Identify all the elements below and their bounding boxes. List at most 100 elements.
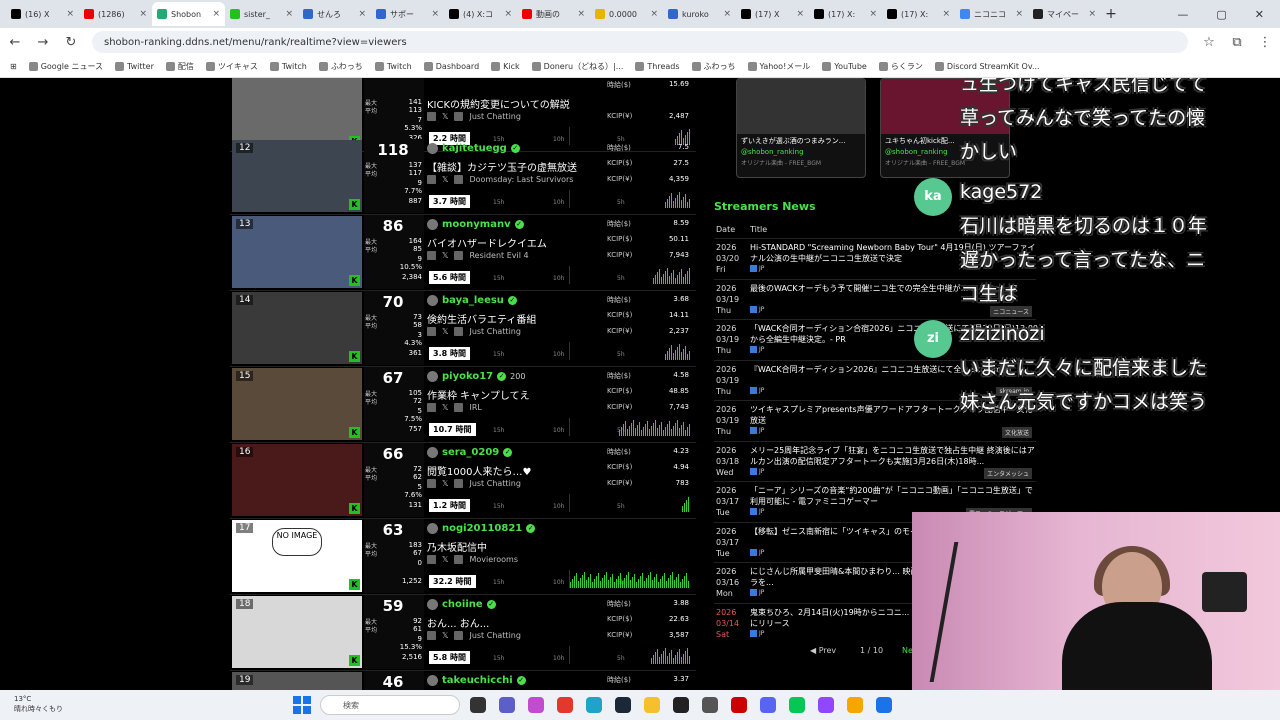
folder-icon[interactable] bbox=[644, 697, 660, 713]
bookmark[interactable]: Discord StreamKit Ov... bbox=[934, 62, 1040, 71]
edge-icon[interactable] bbox=[586, 697, 602, 713]
close-tab-icon[interactable]: × bbox=[942, 9, 950, 19]
stream-row[interactable]: 18 K 59 最大 平均 92 61 9 15.3% 2,516 choiine ✓ おん... おん… bbox=[230, 595, 696, 671]
browser-tab[interactable]: ニコニコ × bbox=[955, 2, 1028, 26]
x-icon[interactable]: 𝕏 bbox=[442, 112, 448, 121]
bookmark[interactable]: 配信 bbox=[165, 61, 194, 72]
close-tab-icon[interactable]: × bbox=[139, 9, 147, 19]
stream-thumbnail[interactable]: 13 K bbox=[232, 216, 362, 288]
news-title[interactable]: 「ニーア」シリーズの音楽“約200曲”が「ニコニコ動画」「ニコニコ生放送」で利用… bbox=[750, 485, 1038, 507]
extensions-icon[interactable]: ⧉ bbox=[1230, 35, 1244, 50]
bookmark[interactable]: Threads bbox=[635, 62, 680, 71]
stream-thumbnail[interactable]: 17 NO IMAGE K bbox=[232, 520, 362, 592]
bookmark[interactable]: Twitch bbox=[374, 62, 412, 71]
streamer-name[interactable]: moonymanv ✓ bbox=[427, 219, 524, 230]
start-icon[interactable] bbox=[293, 696, 311, 714]
browser-tab[interactable]: (4) X:コ × bbox=[444, 2, 517, 26]
x-icon[interactable]: 𝕏 bbox=[442, 631, 448, 640]
streamer-handle[interactable]: choiine bbox=[442, 599, 483, 610]
coin-icon[interactable] bbox=[847, 697, 863, 713]
close-tab-icon[interactable]: × bbox=[1088, 9, 1096, 19]
bookmark[interactable]: らくラン bbox=[878, 61, 923, 72]
maximize-icon[interactable]: ▢ bbox=[1216, 8, 1226, 21]
stream-thumbnail[interactable]: 18 K bbox=[232, 596, 362, 668]
bookmark[interactable]: ツイキャス bbox=[205, 61, 258, 72]
tiktok-handle[interactable]: @shobon_ranking bbox=[737, 148, 865, 156]
task-view-icon[interactable] bbox=[470, 697, 486, 713]
close-tab-icon[interactable]: × bbox=[358, 9, 366, 19]
browser-tab[interactable]: Shobon × bbox=[152, 2, 225, 26]
browser-tab[interactable]: (17) X × bbox=[736, 2, 809, 26]
tiktok-card-1[interactable]: ずいえきが選ぶ酒のつまみラン... @shobon_ranking オリジナル楽… bbox=[736, 78, 866, 178]
x-icon[interactable]: 𝕏 bbox=[442, 327, 448, 336]
browser-tab[interactable]: sister_ × bbox=[225, 2, 298, 26]
streamer-handle[interactable]: nogi20110821 bbox=[442, 523, 522, 534]
stream-row[interactable]: 15 K 67 最大 平均 105 72 5 7.5% 757 piyoko17 ✓ 200 作業枠 キャ… bbox=[230, 367, 696, 443]
x-icon[interactable]: 𝕏 bbox=[442, 479, 448, 488]
streamer-name[interactable]: takeuchicchi ✓ bbox=[427, 675, 526, 686]
stream-thumbnail[interactable]: 16 K bbox=[232, 444, 362, 516]
stream-row[interactable]: 13 K 86 最大 平均 164 85 9 10.5% 2,384 moonymanv ✓ バイオハザ… bbox=[230, 215, 696, 291]
apps-grid-icon[interactable]: ⊞ bbox=[10, 62, 17, 71]
back-icon[interactable]: ← bbox=[8, 35, 22, 50]
stream-thumbnail[interactable]: 14 K bbox=[232, 292, 362, 364]
streamer-handle[interactable]: sera_0209 bbox=[442, 447, 499, 458]
browser-tab[interactable]: (17) X: × bbox=[882, 2, 955, 26]
browser-tab[interactable]: せんろ × bbox=[298, 2, 371, 26]
app-icon[interactable] bbox=[702, 697, 718, 713]
close-tab-icon[interactable]: × bbox=[504, 9, 512, 19]
chrome-icon[interactable] bbox=[557, 697, 573, 713]
close-tab-icon[interactable]: × bbox=[66, 9, 74, 19]
prev-button[interactable]: ◀ Prev bbox=[810, 646, 836, 655]
streamer-handle[interactable]: piyoko17 bbox=[442, 371, 493, 382]
bookmark[interactable]: Twitch bbox=[269, 62, 307, 71]
bookmark[interactable]: Dashboard bbox=[423, 62, 479, 71]
streamer-handle[interactable]: takeuchicchi bbox=[442, 675, 513, 686]
bookmark[interactable]: Google ニュース bbox=[28, 61, 103, 72]
browser-tab[interactable]: (16) X × bbox=[6, 2, 79, 26]
stream-row[interactable]: 12 K 118 最大 平均 137 117 9 7.7% 887 kajitetuegg ✓ 【雑談】… bbox=[230, 139, 696, 215]
bookmark[interactable]: Doneru（どねる）|... bbox=[531, 61, 623, 72]
twitch-icon[interactable] bbox=[818, 697, 834, 713]
streamer-handle[interactable]: baya_leesu bbox=[442, 295, 504, 306]
x-icon[interactable]: 𝕏 bbox=[442, 175, 448, 184]
x-icon[interactable]: 𝕏 bbox=[442, 251, 448, 260]
github-icon[interactable] bbox=[673, 697, 689, 713]
close-window-icon[interactable]: ✕ bbox=[1255, 8, 1264, 21]
reload-icon[interactable]: ↻ bbox=[64, 35, 78, 50]
browser-tab[interactable]: (1286) × bbox=[79, 2, 152, 26]
bookmark[interactable]: ふわっち bbox=[318, 61, 363, 72]
steam-icon[interactable] bbox=[615, 697, 631, 713]
streamer-name[interactable]: choiine ✓ bbox=[427, 599, 496, 610]
close-tab-icon[interactable]: × bbox=[1015, 9, 1023, 19]
streamer-name[interactable]: baya_leesu ✓ bbox=[427, 295, 517, 306]
stream-row[interactable]: 14 K 70 最大 平均 73 58 3 4.3% 361 baya_leesu ✓ 倹約生活バラエテ… bbox=[230, 291, 696, 367]
browser-tab[interactable]: kuroko × bbox=[663, 2, 736, 26]
close-tab-icon[interactable]: × bbox=[212, 9, 220, 19]
stream-row[interactable]: 17 NO IMAGE K 63 最大 平均 183 67 0 1,252 nogi20110821… bbox=[230, 519, 696, 595]
x-icon[interactable]: 𝕏 bbox=[442, 403, 448, 412]
news-title[interactable]: メリー25周年記念ライブ「狂宴」をニコニコ生放送で独占生中継 終演後にはアルカン… bbox=[750, 445, 1038, 467]
streamer-name[interactable]: piyoko17 ✓ 200 bbox=[427, 371, 525, 382]
bookmark[interactable]: Yahoo!メール bbox=[747, 61, 810, 72]
teams-icon[interactable] bbox=[499, 697, 515, 713]
stream-thumbnail[interactable]: 19K bbox=[232, 672, 362, 690]
x-icon[interactable]: 𝕏 bbox=[442, 555, 448, 564]
record-icon[interactable] bbox=[731, 697, 747, 713]
close-tab-icon[interactable]: × bbox=[650, 9, 658, 19]
browser-tab[interactable]: 動画の × bbox=[517, 2, 590, 26]
discord-icon[interactable] bbox=[760, 697, 776, 713]
stream-thumbnail[interactable]: 15 K bbox=[232, 368, 362, 440]
minimize-icon[interactable]: — bbox=[1177, 8, 1188, 21]
close-tab-icon[interactable]: × bbox=[285, 9, 293, 19]
stream-thumbnail[interactable]: 12 K bbox=[232, 140, 362, 212]
browser-tab[interactable]: 0.0000 × bbox=[590, 2, 663, 26]
browser-tab[interactable]: (17) X: × bbox=[809, 2, 882, 26]
streamer-handle[interactable]: moonymanv bbox=[442, 219, 511, 230]
close-tab-icon[interactable]: × bbox=[577, 9, 585, 19]
bookmark[interactable]: YouTube bbox=[822, 62, 867, 71]
new-tab-icon[interactable]: + bbox=[1101, 6, 1121, 22]
browser-tab[interactable]: サポー × bbox=[371, 2, 444, 26]
weather-widget[interactable]: 13°C 晴れ時々くもり bbox=[14, 694, 63, 714]
close-tab-icon[interactable]: × bbox=[796, 9, 804, 19]
